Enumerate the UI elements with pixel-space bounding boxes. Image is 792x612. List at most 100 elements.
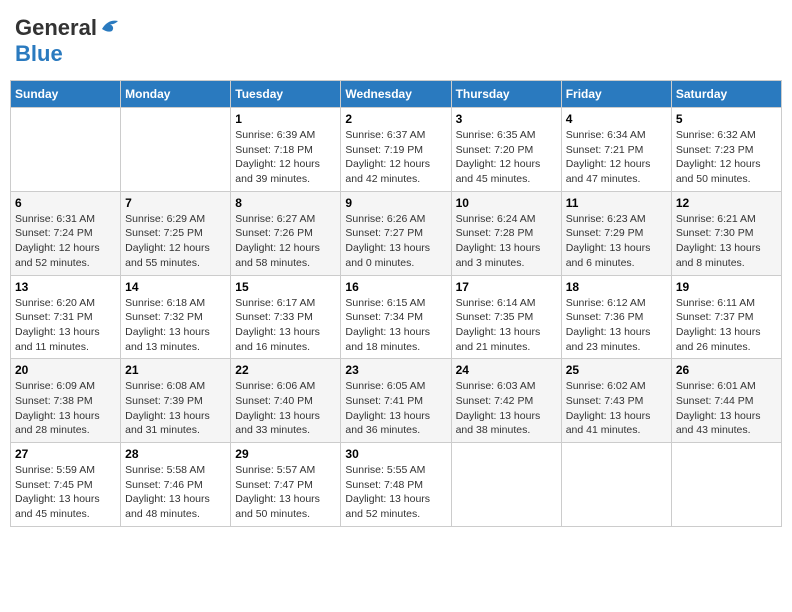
day-number: 22 [235,363,336,377]
day-number: 16 [345,280,446,294]
calendar-cell: 7 Sunrise: 6:29 AMSunset: 7:25 PMDaylight… [121,191,231,275]
day-info: Sunrise: 6:34 AMSunset: 7:21 PMDaylight:… [566,128,667,187]
calendar-cell: 9Sunrise: 6:26 AMSunset: 7:27 PMDaylight… [341,191,451,275]
day-number: 24 [456,363,557,377]
calendar-cell: 13Sunrise: 6:20 AMSunset: 7:31 PMDayligh… [11,275,121,359]
day-of-week-header: Monday [121,81,231,108]
calendar-cell [561,443,671,527]
calendar-cell [11,108,121,192]
day-number: 25 [566,363,667,377]
day-info: Sunrise: 6:24 AMSunset: 7:28 PMDaylight:… [456,212,557,271]
day-number: 11 [566,196,667,210]
calendar-week-row: 6 Sunrise: 6:31 AMSunset: 7:24 PMDaylight… [11,191,782,275]
day-info: Sunrise: 6:27 AMSunset: 7:26 PMDaylight:… [235,212,336,271]
day-info: Sunrise: 6:05 AMSunset: 7:41 PMDaylight:… [345,379,446,438]
day-info: Sunrise: 6:06 AMSunset: 7:40 PMDaylight:… [235,379,336,438]
calendar-cell: 8 Sunrise: 6:27 AMSunset: 7:26 PMDaylight… [231,191,341,275]
day-of-week-header: Sunday [11,81,121,108]
day-number: 2 [345,112,446,126]
day-info: Sunrise: 6:32 AMSunset: 7:23 PMDaylight:… [676,128,777,187]
calendar-week-row: 27 Sunrise: 5:59 AMSunset: 7:45 PMDayligh… [11,443,782,527]
calendar-cell: 16 Sunrise: 6:15 AMSunset: 7:34 PMDayligh… [341,275,451,359]
calendar-cell: 3 Sunrise: 6:35 AMSunset: 7:20 PMDaylight… [451,108,561,192]
day-number: 12 [676,196,777,210]
day-number: 30 [345,447,446,461]
calendar-cell: 4 Sunrise: 6:34 AMSunset: 7:21 PMDaylight… [561,108,671,192]
calendar-cell: 15 Sunrise: 6:17 AMSunset: 7:33 PMDayligh… [231,275,341,359]
day-number: 3 [456,112,557,126]
page-header: General Blue [10,10,782,72]
calendar-cell: 6 Sunrise: 6:31 AMSunset: 7:24 PMDaylight… [11,191,121,275]
day-number: 5 [676,112,777,126]
day-info: Sunrise: 6:14 AMSunset: 7:35 PMDaylight:… [456,296,557,355]
calendar-cell: 19 Sunrise: 6:11 AMSunset: 7:37 PMDayligh… [671,275,781,359]
calendar-cell: 11 Sunrise: 6:23 AMSunset: 7:29 PMDayligh… [561,191,671,275]
logo-general-text: General [15,15,97,41]
day-number: 8 [235,196,336,210]
day-info: Sunrise: 6:23 AMSunset: 7:29 PMDaylight:… [566,212,667,271]
day-info: Sunrise: 5:55 AMSunset: 7:48 PMDaylight:… [345,463,446,522]
calendar-cell: 5 Sunrise: 6:32 AMSunset: 7:23 PMDaylight… [671,108,781,192]
day-number: 27 [15,447,116,461]
calendar-table: SundayMondayTuesdayWednesdayThursdayFrid… [10,80,782,527]
calendar-cell: 30 Sunrise: 5:55 AMSunset: 7:48 PMDayligh… [341,443,451,527]
calendar-cell: 18 Sunrise: 6:12 AMSunset: 7:36 PMDayligh… [561,275,671,359]
calendar-cell: 10Sunrise: 6:24 AMSunset: 7:28 PMDayligh… [451,191,561,275]
day-info: Sunrise: 5:58 AMSunset: 7:46 PMDaylight:… [125,463,226,522]
day-info: Sunrise: 6:12 AMSunset: 7:36 PMDaylight:… [566,296,667,355]
day-number: 6 [15,196,116,210]
day-info: Sunrise: 6:21 AMSunset: 7:30 PMDaylight:… [676,212,777,271]
day-number: 28 [125,447,226,461]
calendar-cell: 12 Sunrise: 6:21 AMSunset: 7:30 PMDayligh… [671,191,781,275]
calendar-cell: 27 Sunrise: 5:59 AMSunset: 7:45 PMDayligh… [11,443,121,527]
day-info: Sunrise: 6:11 AMSunset: 7:37 PMDaylight:… [676,296,777,355]
day-number: 23 [345,363,446,377]
day-info: Sunrise: 6:02 AMSunset: 7:43 PMDaylight:… [566,379,667,438]
day-info: Sunrise: 6:17 AMSunset: 7:33 PMDaylight:… [235,296,336,355]
logo: General Blue [15,15,122,67]
calendar-cell: 21 Sunrise: 6:08 AMSunset: 7:39 PMDayligh… [121,359,231,443]
calendar-cell: 1 Sunrise: 6:39 AMSunset: 7:18 PMDaylight… [231,108,341,192]
calendar-week-row: 1 Sunrise: 6:39 AMSunset: 7:18 PMDaylight… [11,108,782,192]
day-number: 21 [125,363,226,377]
day-number: 13 [15,280,116,294]
calendar-cell [451,443,561,527]
day-info: Sunrise: 6:39 AMSunset: 7:18 PMDaylight:… [235,128,336,187]
day-number: 20 [15,363,116,377]
calendar-cell: 2Sunrise: 6:37 AMSunset: 7:19 PMDaylight… [341,108,451,192]
day-number: 26 [676,363,777,377]
day-info: Sunrise: 5:57 AMSunset: 7:47 PMDaylight:… [235,463,336,522]
calendar-header-row: SundayMondayTuesdayWednesdayThursdayFrid… [11,81,782,108]
day-of-week-header: Saturday [671,81,781,108]
day-info: Sunrise: 6:03 AMSunset: 7:42 PMDaylight:… [456,379,557,438]
day-of-week-header: Thursday [451,81,561,108]
day-info: Sunrise: 6:15 AMSunset: 7:34 PMDaylight:… [345,296,446,355]
day-number: 19 [676,280,777,294]
day-info: Sunrise: 6:08 AMSunset: 7:39 PMDaylight:… [125,379,226,438]
day-number: 7 [125,196,226,210]
day-number: 15 [235,280,336,294]
calendar-cell: 20 Sunrise: 6:09 AMSunset: 7:38 PMDayligh… [11,359,121,443]
day-info: Sunrise: 6:35 AMSunset: 7:20 PMDaylight:… [456,128,557,187]
calendar-cell [671,443,781,527]
day-info: Sunrise: 5:59 AMSunset: 7:45 PMDaylight:… [15,463,116,522]
day-info: Sunrise: 6:29 AMSunset: 7:25 PMDaylight:… [125,212,226,271]
calendar-cell: 26 Sunrise: 6:01 AMSunset: 7:44 PMDayligh… [671,359,781,443]
day-number: 18 [566,280,667,294]
calendar-cell: 23 Sunrise: 6:05 AMSunset: 7:41 PMDayligh… [341,359,451,443]
day-of-week-header: Tuesday [231,81,341,108]
day-info: Sunrise: 6:01 AMSunset: 7:44 PMDaylight:… [676,379,777,438]
day-of-week-header: Friday [561,81,671,108]
day-number: 1 [235,112,336,126]
calendar-cell: 17Sunrise: 6:14 AMSunset: 7:35 PMDayligh… [451,275,561,359]
logo-bird-icon [100,17,122,35]
day-info: Sunrise: 6:31 AMSunset: 7:24 PMDaylight:… [15,212,116,271]
day-number: 4 [566,112,667,126]
day-info: Sunrise: 6:09 AMSunset: 7:38 PMDaylight:… [15,379,116,438]
calendar-cell: 24 Sunrise: 6:03 AMSunset: 7:42 PMDayligh… [451,359,561,443]
day-info: Sunrise: 6:26 AMSunset: 7:27 PMDaylight:… [345,212,446,271]
day-info: Sunrise: 6:18 AMSunset: 7:32 PMDaylight:… [125,296,226,355]
calendar-week-row: 20 Sunrise: 6:09 AMSunset: 7:38 PMDayligh… [11,359,782,443]
logo-blue-text: Blue [15,41,63,67]
calendar-cell: 22 Sunrise: 6:06 AMSunset: 7:40 PMDayligh… [231,359,341,443]
